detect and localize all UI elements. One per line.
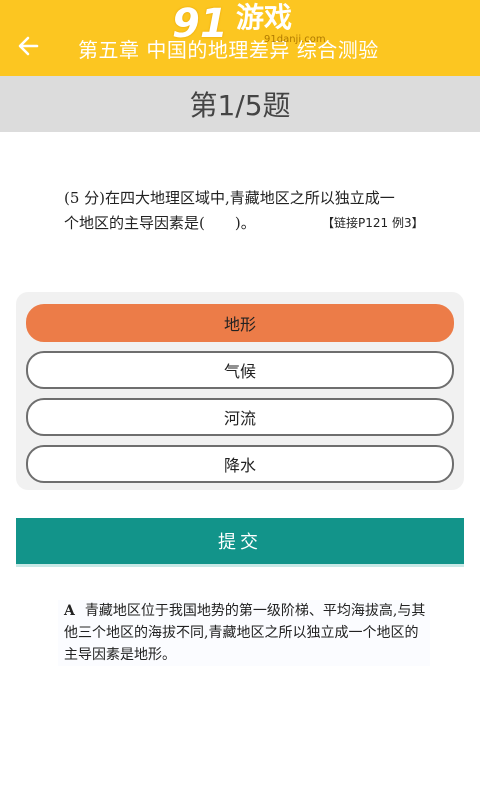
answer-line-1: A 青藏地区位于我国地势的第一级阶梯、平均海拔高,与其 <box>64 600 430 622</box>
answer-line-3: 主导因素是地形。 <box>64 647 176 663</box>
option-2[interactable]: 气候 <box>26 351 454 389</box>
option-4[interactable]: 降水 <box>26 445 454 483</box>
answer-letter: A <box>64 603 75 619</box>
arrow-left-icon <box>17 35 39 61</box>
option-1[interactable]: 地形 <box>26 304 454 342</box>
answer-line-2: 他三个地区的海拔不同,青藏地区之所以独立成一个地区的 <box>64 625 419 641</box>
watermark-number: 91 <box>172 1 228 47</box>
reference-link[interactable]: 【链接P121 例3】 <box>322 211 424 236</box>
option-3[interactable]: 河流 <box>26 398 454 436</box>
question-text: (5 分)在四大地理区域中,青藏地区之所以独立成一 个地区的主导因素是( )。 … <box>64 186 424 236</box>
question-line-1: (5 分)在四大地理区域中,青藏地区之所以独立成一 <box>64 189 395 207</box>
answer-explanation: A 青藏地区位于我国地势的第一级阶梯、平均海拔高,与其 他三个地区的海拔不同,青藏… <box>58 600 430 666</box>
watermark-url: 91danji.com <box>264 34 326 45</box>
answer-line-1-text: 青藏地区位于我国地势的第一级阶梯、平均海拔高,与其 <box>84 603 426 619</box>
submit-button[interactable]: 提交 <box>16 518 464 564</box>
watermark-text: 游戏 <box>236 1 293 34</box>
options-panel: 地形 气候 河流 降水 <box>16 292 464 490</box>
watermark-logo: 91 游戏 91danji.com <box>172 0 326 48</box>
top-app-bar: 第五章 中国的地理差异 综合测验 91 游戏 91danji.com <box>0 0 480 76</box>
question-line-2: 个地区的主导因素是( )。 【链接P121 例3】 <box>64 211 424 236</box>
question-line-2-text: 个地区的主导因素是( )。 <box>64 214 256 232</box>
question-counter: 第1/5题 <box>0 76 480 132</box>
back-button[interactable] <box>10 30 46 66</box>
